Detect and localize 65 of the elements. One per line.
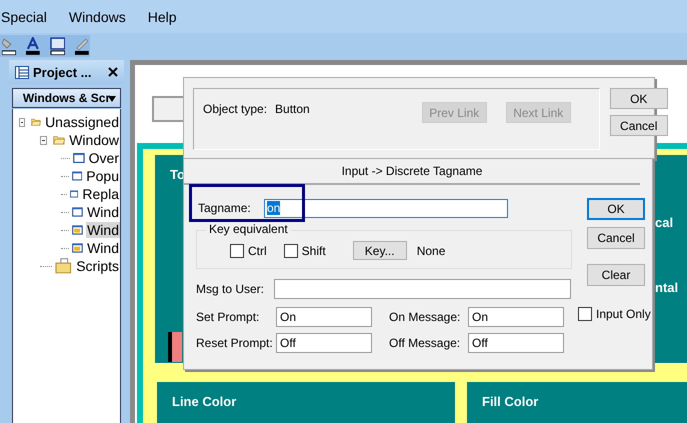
tree-item[interactable]: Popu bbox=[85, 168, 120, 184]
field-label: Reset Prompt: bbox=[196, 336, 274, 350]
window-color-icon[interactable] bbox=[50, 37, 66, 55]
checkbox-label: Ctrl bbox=[248, 244, 267, 258]
menu-item[interactable]: Windows bbox=[68, 8, 126, 24]
field-label: On Message: bbox=[388, 310, 462, 324]
group-label: Key equivalent bbox=[206, 222, 291, 236]
dialog-button[interactable]: Clear bbox=[587, 264, 645, 286]
folder-icon bbox=[52, 133, 66, 147]
checkbox-label: Shift bbox=[302, 244, 326, 258]
text-field[interactable]: On bbox=[468, 307, 564, 327]
menu-item[interactable]: Special bbox=[1, 8, 47, 24]
text-field[interactable]: Off bbox=[468, 333, 564, 353]
tree-item[interactable]: Over bbox=[88, 150, 120, 166]
field-label: Object type: bbox=[203, 102, 268, 116]
window-icon bbox=[72, 205, 84, 219]
menu-item[interactable]: Help bbox=[148, 8, 177, 24]
panel-title: Project ... bbox=[33, 64, 92, 80]
field-label: Msg to User: bbox=[196, 282, 262, 296]
panel-heading: Line Color bbox=[172, 394, 236, 409]
panel-heading: Fill Color bbox=[482, 394, 538, 409]
panel-tab[interactable]: Windows & Scr bbox=[12, 88, 121, 108]
scripts-folder-icon bbox=[54, 258, 72, 274]
tree-item[interactable]: Wind bbox=[86, 222, 120, 238]
field-label: Set Prompt: bbox=[196, 310, 260, 324]
text-color-icon[interactable] bbox=[24, 37, 41, 55]
paint-bucket-icon[interactable] bbox=[2, 37, 16, 55]
selection-handle[interactable] bbox=[168, 332, 182, 362]
window-icon bbox=[72, 241, 84, 255]
field-label: Off Message: bbox=[388, 336, 462, 350]
key-button[interactable]: Key... bbox=[352, 241, 407, 260]
message-field[interactable] bbox=[274, 279, 571, 299]
tree-item[interactable]: Repla bbox=[81, 186, 120, 202]
panel-icon bbox=[15, 66, 29, 78]
tagname-field[interactable]: on bbox=[264, 198, 508, 218]
dialog-button[interactable]: OK bbox=[610, 88, 668, 109]
text-field[interactable]: Off bbox=[276, 333, 372, 353]
tree-item[interactable]: Wind bbox=[86, 204, 120, 220]
dialog-title: Input -> Discrete Tagname bbox=[342, 164, 482, 178]
checkbox[interactable] bbox=[284, 244, 298, 258]
checkbox[interactable] bbox=[230, 244, 244, 258]
tree-item[interactable]: Unassigned bbox=[44, 114, 120, 130]
window-icon bbox=[72, 223, 84, 237]
tree-item[interactable]: Window bbox=[68, 132, 120, 148]
panel-label: ntal bbox=[655, 280, 678, 295]
panel-label: cal bbox=[655, 215, 674, 230]
collapse-icon[interactable] bbox=[40, 136, 47, 144]
close-icon[interactable] bbox=[108, 67, 118, 77]
text-field[interactable]: On bbox=[276, 307, 372, 327]
tree-item[interactable]: Scripts bbox=[75, 258, 120, 274]
checkbox-label: Input Only bbox=[596, 307, 651, 321]
tree-item[interactable]: Wind bbox=[86, 240, 120, 256]
field-label: Tagname: bbox=[198, 201, 252, 215]
canvas-panel[interactable]: Fill Color bbox=[467, 382, 687, 423]
key-value: None bbox=[416, 244, 446, 258]
dialog-button[interactable]: Cancel bbox=[587, 227, 645, 249]
dialog-button[interactable]: Cancel bbox=[610, 115, 668, 136]
window-icon bbox=[72, 151, 85, 165]
pencil-icon[interactable] bbox=[74, 37, 90, 55]
window-icon bbox=[72, 169, 82, 183]
dialog-button[interactable]: OK bbox=[587, 198, 645, 220]
checkbox[interactable] bbox=[578, 307, 592, 321]
field-value: Button bbox=[275, 102, 310, 116]
canvas-panel[interactable]: Line Color bbox=[157, 382, 455, 423]
collapse-icon[interactable] bbox=[19, 118, 25, 126]
